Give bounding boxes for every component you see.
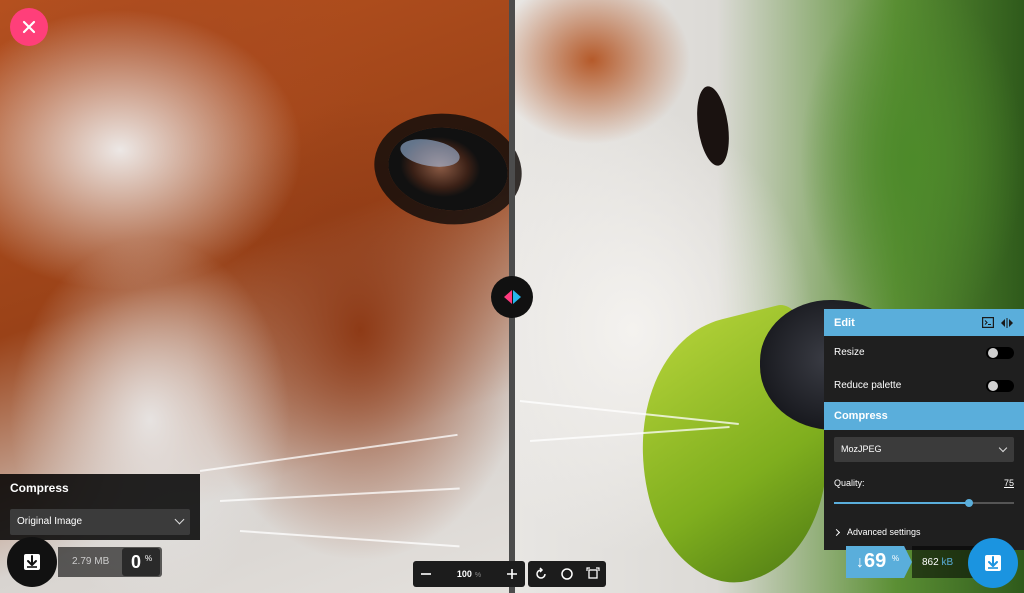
left-percent: 0 — [131, 552, 142, 572]
result-size-value: 862 — [922, 557, 939, 568]
zoom-out-button[interactable] — [413, 561, 439, 587]
zoom-in-icon — [507, 569, 517, 579]
edit-header-icons — [982, 317, 1014, 328]
download-icon — [24, 554, 40, 570]
download-icon — [985, 555, 1001, 571]
advanced-settings-label: Advanced settings — [847, 527, 921, 537]
quality-value[interactable]: 75 — [1004, 478, 1014, 488]
reduce-palette-toggle[interactable] — [986, 379, 1014, 392]
close-button[interactable] — [10, 8, 48, 46]
edit-title: Edit — [834, 316, 855, 329]
circle-icon — [561, 568, 573, 580]
download-original-button[interactable] — [7, 537, 57, 587]
compress-header: Compress — [824, 402, 1024, 430]
result-size-unit: kB — [941, 557, 954, 568]
close-icon — [22, 20, 36, 34]
savings-percent: ↓69 — [856, 550, 886, 573]
terminal-icon[interactable] — [982, 317, 994, 328]
zoom-toolbar: 100% — [413, 561, 606, 587]
result-file-size: 862 kB — [922, 557, 953, 568]
reduce-palette-row: Reduce palette — [824, 369, 1024, 402]
zoom-unit: % — [474, 572, 482, 579]
view-controls — [528, 561, 606, 587]
arrow-right-icon — [512, 290, 521, 304]
edit-header: Edit — [824, 309, 1024, 336]
savings-percent-symbol: % — [892, 554, 900, 563]
quality-label: Quality: — [834, 478, 865, 488]
rotate-icon — [536, 567, 546, 579]
left-size-unit: MB — [94, 556, 110, 567]
arrow-left-icon — [503, 290, 512, 304]
left-panel-title: Compress — [10, 481, 69, 495]
split-handle[interactable] — [491, 276, 533, 318]
zoom-in-button[interactable] — [499, 561, 525, 587]
left-format-select[interactable]: Original Image — [10, 509, 190, 535]
left-options-panel: Compress Original Image — [0, 474, 200, 540]
zoom-out-icon — [421, 573, 431, 575]
codec-value: MozJPEG — [841, 444, 882, 454]
savings-arrow: ↓ — [856, 554, 864, 571]
chevron-down-icon — [998, 443, 1008, 453]
left-format-value: Original Image — [17, 516, 83, 527]
compress-title: Compress — [834, 410, 888, 422]
resize-toggle[interactable] — [986, 346, 1014, 359]
chevron-down-icon — [174, 514, 185, 525]
zoom-level[interactable]: 100% — [439, 569, 499, 579]
zoom-value: 100 — [456, 569, 472, 579]
fit-button[interactable] — [580, 561, 606, 587]
quality-row: Quality: 75 — [824, 478, 1024, 488]
codec-select[interactable]: MozJPEG — [834, 437, 1014, 462]
resize-row: Resize — [824, 336, 1024, 369]
left-file-size: 2.79 MB — [72, 556, 109, 567]
quality-slider-fill — [834, 502, 969, 504]
quality-slider[interactable] — [834, 496, 1014, 510]
quality-slider-thumb[interactable] — [965, 499, 973, 507]
split-view-icon[interactable] — [1000, 317, 1014, 328]
left-percent-symbol: % — [145, 554, 153, 563]
download-compressed-button[interactable] — [968, 538, 1018, 588]
zoom-controls: 100% — [413, 561, 525, 587]
crop-icon — [586, 567, 600, 579]
savings-value: 69 — [864, 550, 887, 572]
reduce-palette-label: Reduce palette — [834, 380, 902, 391]
rotate-button[interactable] — [528, 561, 554, 587]
left-size-value: 2.79 — [72, 556, 92, 567]
right-options-panel: Edit Resize Reduce palette Compress MozJ… — [824, 309, 1024, 550]
chevron-right-icon — [832, 528, 841, 536]
background-toggle-button[interactable] — [554, 561, 580, 587]
resize-label: Resize — [834, 347, 865, 358]
